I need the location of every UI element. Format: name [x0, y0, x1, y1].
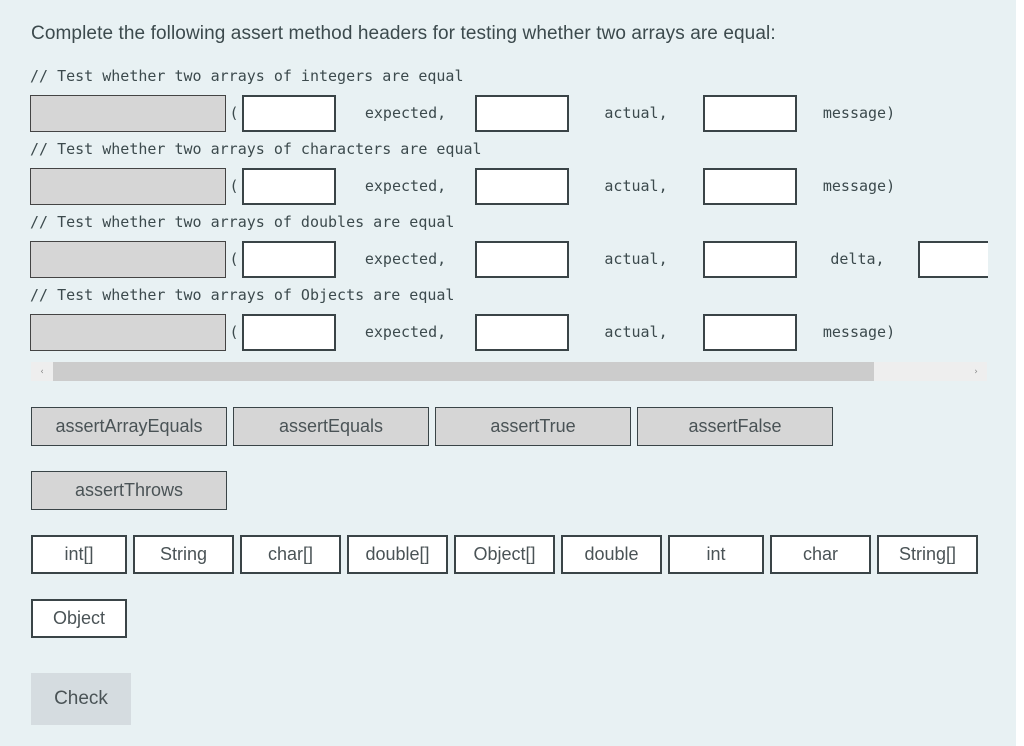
- parameter-type-dropzone[interactable]: [703, 313, 797, 351]
- assert-signature-row: ( expected, actual, message): [30, 87, 988, 139]
- code-exercise-area: // Test whether two arrays of integers a…: [30, 66, 988, 362]
- type-token[interactable]: double[]: [347, 535, 448, 574]
- check-button[interactable]: Check: [31, 673, 131, 725]
- parameter-type-dropzone[interactable]: [242, 167, 336, 205]
- type-token[interactable]: double: [561, 535, 662, 574]
- assert-signature-row: ( expected, actual, message): [30, 306, 988, 358]
- parameter-type-dropzone[interactable]: [703, 240, 797, 278]
- parameter-label: expected,: [364, 177, 447, 195]
- parameter-label: actual,: [604, 104, 668, 122]
- exercise-page: Complete the following assert method hea…: [0, 0, 1016, 746]
- parameter-label: message): [822, 177, 896, 195]
- parameter-label: expected,: [364, 323, 447, 341]
- type-token[interactable]: int: [668, 535, 764, 574]
- method-token-row-1: assertArrayEquals assertEquals assertTrue a…: [31, 407, 839, 446]
- type-token[interactable]: char: [770, 535, 871, 574]
- code-comment: // Test whether two arrays of characters…: [30, 140, 482, 158]
- parameter-type-dropzone[interactable]: [475, 313, 569, 351]
- open-paren: (: [229, 104, 239, 122]
- parameter-label: actual,: [604, 323, 668, 341]
- scrollbar-track[interactable]: [53, 362, 965, 381]
- parameter-label: actual,: [604, 250, 668, 268]
- assert-signature-row: ( expected, actual, message): [30, 160, 988, 212]
- type-token[interactable]: String: [133, 535, 234, 574]
- type-token[interactable]: Object[]: [454, 535, 555, 574]
- code-comment: // Test whether two arrays of doubles ar…: [30, 213, 455, 231]
- parameter-type-dropzone[interactable]: [242, 240, 336, 278]
- page-title: Complete the following assert method hea…: [31, 23, 776, 44]
- horizontal-scrollbar[interactable]: ‹ ›: [31, 362, 987, 381]
- parameter-type-dropzone[interactable]: [475, 240, 569, 278]
- parameter-type-dropzone[interactable]: [703, 167, 797, 205]
- scrollbar-thumb[interactable]: [53, 362, 874, 381]
- open-paren: (: [229, 250, 239, 268]
- parameter-type-dropzone[interactable]: [242, 313, 336, 351]
- method-name-dropzone[interactable]: [30, 240, 226, 278]
- scroll-left-arrow-icon[interactable]: ‹: [31, 362, 53, 381]
- open-paren: (: [229, 323, 239, 341]
- type-token-row-2: Object: [31, 599, 133, 638]
- code-comment: // Test whether two arrays of Objects ar…: [30, 286, 455, 304]
- parameter-type-dropzone[interactable]: [242, 94, 336, 132]
- method-token[interactable]: assertTrue: [435, 407, 631, 446]
- code-comment: // Test whether two arrays of integers a…: [30, 67, 464, 85]
- method-name-dropzone[interactable]: [30, 167, 226, 205]
- parameter-type-dropzone[interactable]: [703, 94, 797, 132]
- method-name-dropzone[interactable]: [30, 313, 226, 351]
- type-token[interactable]: char[]: [240, 535, 341, 574]
- parameter-type-dropzone[interactable]: [475, 94, 569, 132]
- method-token[interactable]: assertEquals: [233, 407, 429, 446]
- type-token[interactable]: int[]: [31, 535, 127, 574]
- method-token[interactable]: assertThrows: [31, 471, 227, 510]
- parameter-type-dropzone[interactable]: [475, 167, 569, 205]
- parameter-label: message): [822, 104, 896, 122]
- parameter-label: delta,: [830, 250, 885, 268]
- assert-signature-row: ( expected, actual, delta,: [30, 233, 988, 285]
- type-token[interactable]: Object: [31, 599, 127, 638]
- parameter-label: message): [822, 323, 896, 341]
- type-token-row-1: int[] String char[] double[] Object[] double i…: [31, 535, 984, 574]
- parameter-label: actual,: [604, 177, 668, 195]
- method-token[interactable]: assertFalse: [637, 407, 833, 446]
- open-paren: (: [229, 177, 239, 195]
- method-name-dropzone[interactable]: [30, 94, 226, 132]
- parameter-type-dropzone[interactable]: [918, 240, 988, 278]
- type-token[interactable]: String[]: [877, 535, 978, 574]
- parameter-label: expected,: [364, 250, 447, 268]
- method-token-row-2: assertThrows: [31, 471, 233, 510]
- parameter-label: expected,: [364, 104, 447, 122]
- scroll-right-arrow-icon[interactable]: ›: [965, 362, 987, 381]
- method-token[interactable]: assertArrayEquals: [31, 407, 227, 446]
